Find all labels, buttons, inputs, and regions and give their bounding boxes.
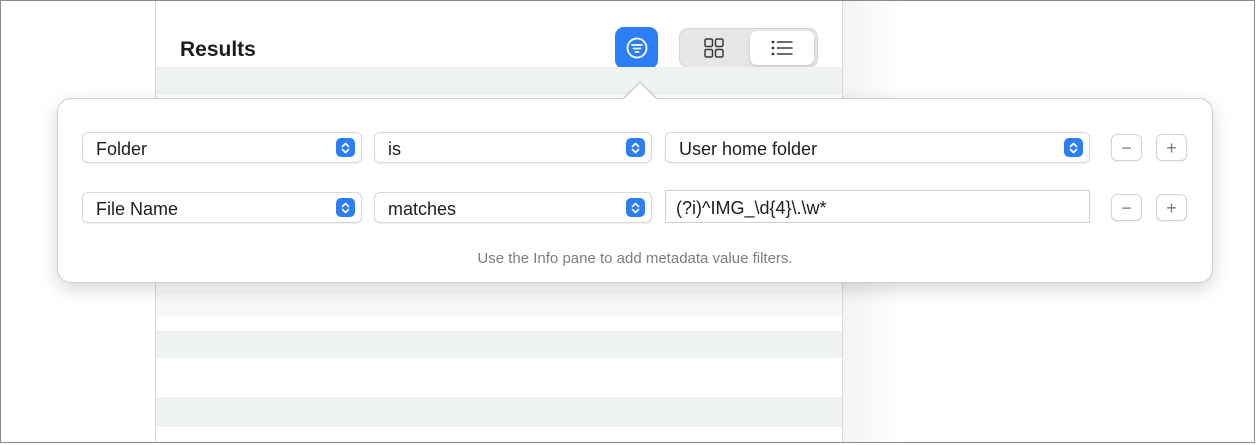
list-view-button[interactable] [750, 31, 814, 65]
filter-button[interactable] [615, 27, 658, 69]
filter-regex-value: (?i)^IMG_\d{4}\.\w* [676, 198, 827, 218]
chevron-updown-icon [1064, 138, 1083, 157]
results-row [156, 290, 842, 316]
filter-value-label: User home folder [679, 139, 818, 159]
grid-icon [704, 38, 724, 58]
results-row [156, 397, 842, 427]
results-title: Results [180, 38, 256, 61]
filter-icon [626, 37, 647, 59]
list-icon [771, 40, 793, 56]
filter-operator-select[interactable]: matches [374, 192, 652, 223]
minus-icon: − [1121, 137, 1132, 158]
grid-view-button[interactable] [682, 31, 746, 65]
metadata-hint-text: Use the Info pane to add metadata value … [477, 250, 793, 267]
plus-icon: + [1166, 137, 1177, 158]
chevron-updown-icon [336, 138, 355, 157]
filter-field-select[interactable]: Folder [82, 132, 362, 163]
add-filter-button[interactable]: + [1156, 134, 1187, 161]
filter-popover: Folder is User home folder − + File Name… [57, 98, 1213, 283]
chevron-updown-icon [336, 198, 355, 217]
filter-operator-label: matches [388, 199, 457, 219]
view-mode-segmented-control [679, 28, 818, 68]
results-row [156, 331, 842, 358]
plus-icon: + [1166, 197, 1177, 218]
results-row [156, 67, 842, 94]
filter-value-select[interactable]: User home folder [665, 132, 1090, 163]
minus-icon: − [1121, 197, 1132, 218]
add-filter-button[interactable]: + [1156, 194, 1187, 221]
chevron-updown-icon [626, 138, 645, 157]
filter-field-label: File Name [96, 199, 179, 219]
results-header: Results [156, 1, 842, 69]
remove-filter-button[interactable]: − [1111, 134, 1142, 161]
filter-operator-label: is [388, 139, 401, 159]
filter-field-label: Folder [96, 139, 148, 159]
popover-arrow [623, 83, 657, 100]
remove-filter-button[interactable]: − [1111, 194, 1142, 221]
filter-field-select[interactable]: File Name [82, 192, 362, 223]
filter-operator-select[interactable]: is [374, 132, 652, 163]
filter-regex-input[interactable]: (?i)^IMG_\d{4}\.\w* [665, 190, 1090, 223]
chevron-updown-icon [626, 198, 645, 217]
